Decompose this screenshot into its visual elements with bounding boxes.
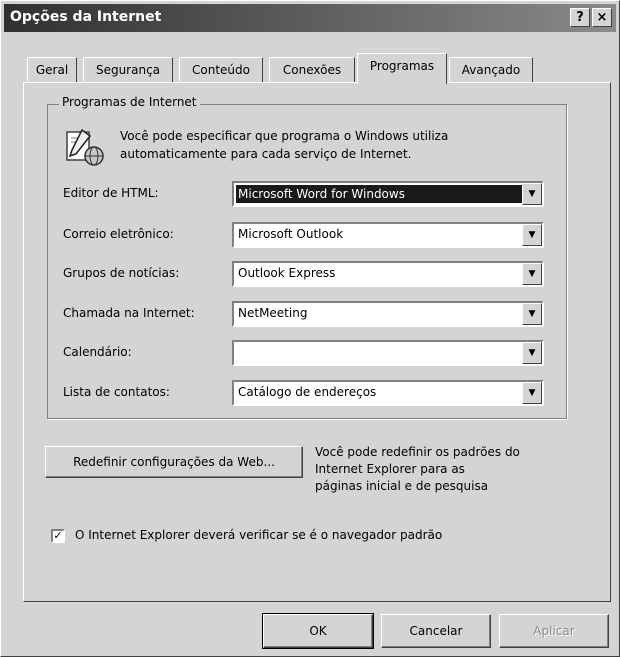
tab-seguranca[interactable]: Segurança: [83, 57, 173, 83]
tab-conteudo[interactable]: Conteúdo: [179, 57, 263, 83]
tab-programas[interactable]: Programas: [357, 53, 447, 84]
cancel-button[interactable]: Cancelar: [381, 614, 491, 648]
internet-options-dialog: Opções da Internet ? × Geral Segurança C…: [0, 0, 620, 657]
tab-avancado[interactable]: Avançado: [449, 57, 533, 83]
ok-button[interactable]: OK: [262, 613, 374, 649]
tab-geral[interactable]: Geral: [27, 57, 77, 83]
tab-conexoes[interactable]: Conexões: [269, 57, 355, 83]
help-button[interactable]: ?: [570, 8, 590, 27]
title-bar[interactable]: Opções da Internet ? ×: [4, 4, 616, 32]
window-title: Opções da Internet: [10, 9, 162, 25]
apply-button[interactable]: Aplicar: [499, 614, 609, 648]
tab-panel: [23, 82, 611, 602]
close-button[interactable]: ×: [592, 8, 612, 27]
